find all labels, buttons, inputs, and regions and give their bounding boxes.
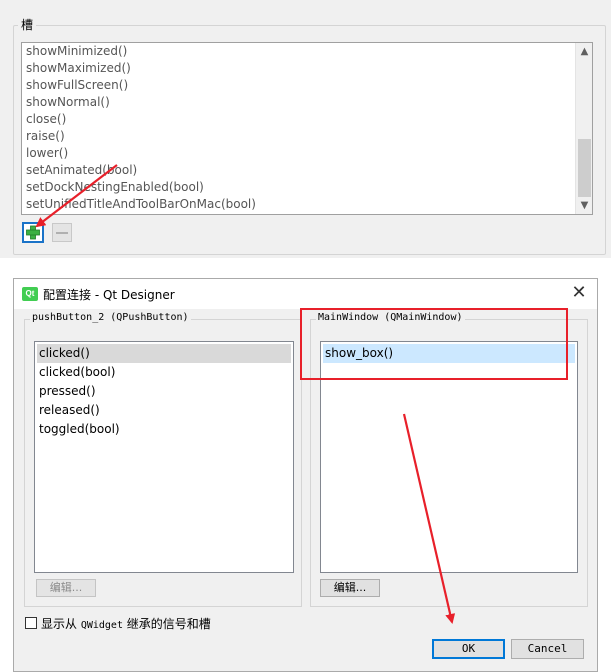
slot-item[interactable]: showMaximized() [26,60,131,77]
scroll-up-icon[interactable]: ▲ [576,43,592,60]
dialog-title: 配置连接 - Qt Designer [43,288,175,302]
signal-list[interactable]: clicked() clicked(bool) pressed() releas… [34,341,294,573]
signal-item[interactable]: clicked(bool) [37,363,291,382]
slot-item[interactable]: showFullScreen() [26,77,128,94]
show-inherited-label-prefix: 显示从 [41,617,81,631]
show-inherited-label[interactable]: 显示从 QWidget 继承的信号和槽 [41,615,211,632]
add-slot-button[interactable] [22,222,44,243]
slot-item[interactable]: setDockNestingEnabled(bool) [26,179,204,196]
edit-signals-button[interactable]: 编辑... [36,579,96,597]
show-inherited-checkbox[interactable] [25,617,37,629]
signal-item-selected[interactable]: clicked() [37,344,291,363]
slot-list[interactable]: showMinimized() showMaximized() showFull… [21,42,593,215]
signal-group: pushButton_2 (QPushButton) clicked() cli… [24,312,302,607]
slot-item[interactable]: raise() [26,128,65,145]
slot-item[interactable]: lower() [26,145,68,162]
slot-editor-panel: 槽 showMinimized() showMaximized() showFu… [0,0,611,258]
slot-item[interactable]: setAnimated(bool) [26,162,137,179]
slot-item[interactable]: setUnifiedTitleAndToolBarOnMac(bool) [26,196,256,213]
remove-slot-button[interactable] [52,223,72,242]
signal-group-title: pushButton_2 (QPushButton) [30,312,191,323]
slot-item[interactable]: showMinimized() [26,43,127,60]
slot-list-scrollbar[interactable]: ▲ ▼ [575,43,592,214]
slot-group-title: 槽 [18,16,37,33]
minus-icon [56,232,68,234]
ok-button[interactable]: OK [432,639,505,659]
slot-item[interactable]: showNormal() [26,94,110,111]
plus-icon [26,225,40,240]
annotation-highlight-box [300,308,568,380]
show-inherited-label-suffix: 继承的信号和槽 [122,617,211,631]
cancel-button[interactable]: Cancel [511,639,584,659]
show-inherited-label-code: QWidget [80,620,123,631]
close-icon[interactable]: ✕ [569,283,589,303]
signal-item[interactable]: pressed() [37,382,291,401]
qt-logo-icon: Qt [22,287,38,301]
signal-item[interactable]: toggled(bool) [37,420,291,439]
scroll-thumb[interactable] [578,139,591,197]
scroll-down-icon[interactable]: ▼ [576,197,592,214]
edit-slots-button[interactable]: 编辑... [320,579,380,597]
slot-item[interactable]: close() [26,111,66,128]
dialog-titlebar[interactable]: Qt 配置连接 - Qt Designer ✕ [14,279,597,309]
signal-item[interactable]: released() [37,401,291,420]
